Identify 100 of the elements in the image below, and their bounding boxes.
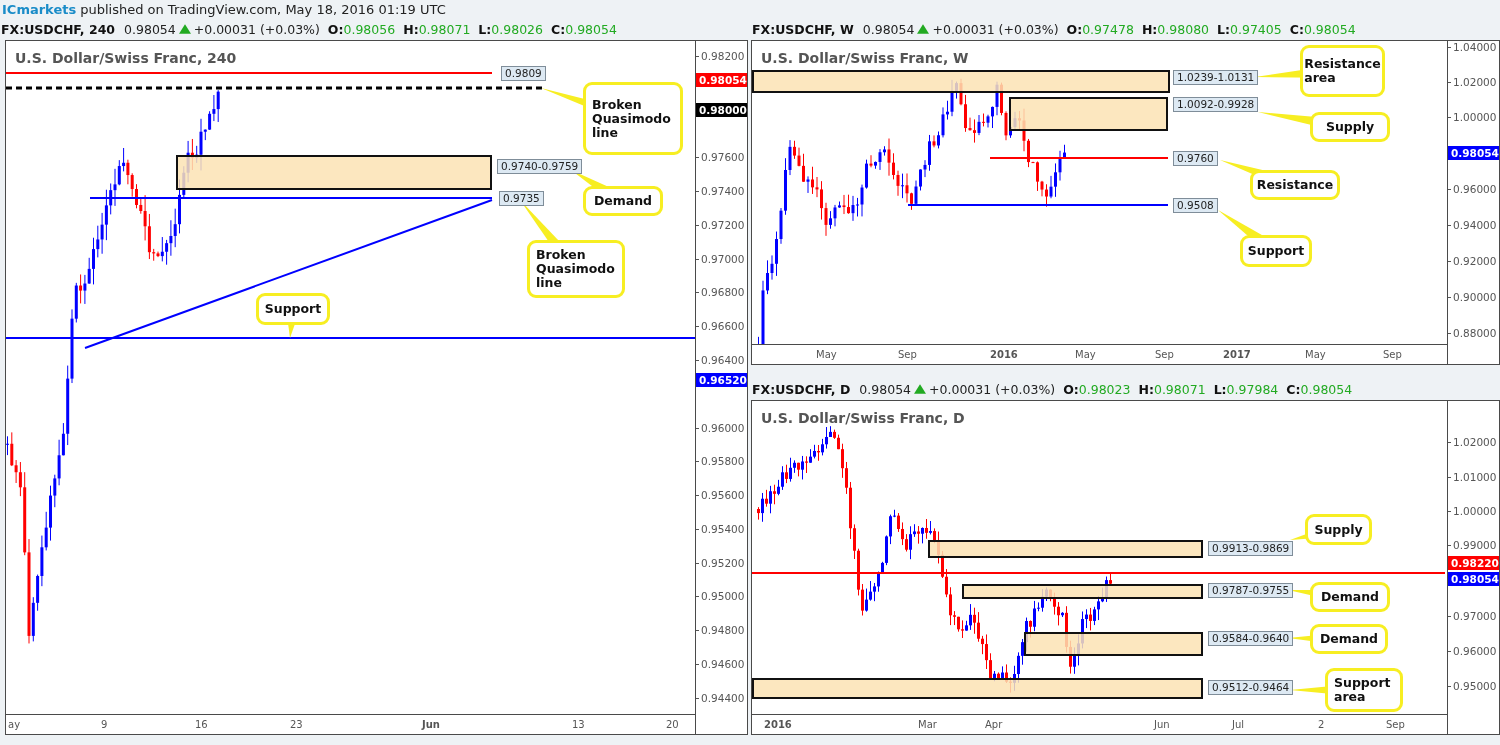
price-tick: 0.95000 bbox=[1448, 679, 1497, 693]
price-tick: 0.94600 bbox=[696, 657, 745, 671]
price-tick: 1.02000 bbox=[1448, 75, 1497, 89]
price-tick: 0.92000 bbox=[1448, 254, 1497, 268]
level-label: 0.9584-0.9640 bbox=[1208, 631, 1294, 646]
price-tick: 1.00000 bbox=[1448, 110, 1497, 124]
ohlc-label: L: bbox=[478, 21, 492, 37]
time-label: May bbox=[816, 348, 837, 361]
price-tick: 0.97600 bbox=[696, 150, 745, 164]
price-tick: 0.95400 bbox=[696, 522, 745, 536]
price-tick: 1.04000 bbox=[1448, 40, 1497, 54]
callout-label: Demand bbox=[583, 186, 663, 216]
price-tick: 1.02000 bbox=[1448, 435, 1497, 449]
time-label: Mar bbox=[918, 718, 937, 731]
ohlc-label: L: bbox=[1217, 21, 1230, 37]
callout-label: Resistance bbox=[1250, 170, 1340, 200]
price-tick: 0.94400 bbox=[696, 691, 745, 705]
time-label: Apr bbox=[985, 718, 1003, 731]
time-label: Sep bbox=[1386, 718, 1405, 731]
level-label: 1.0092-0.9928 bbox=[1173, 97, 1259, 112]
symbol-label: FX:USDCHF, W bbox=[752, 21, 854, 37]
price-tick: 0.96800 bbox=[696, 285, 745, 299]
price-tag: 0.98054 bbox=[1448, 146, 1499, 160]
price-tick: 0.97400 bbox=[696, 184, 745, 198]
time-label: 16 bbox=[195, 718, 208, 731]
price-tag: 0.96520 bbox=[696, 373, 747, 387]
chart-title: U.S. Dollar/Swiss Franc, 240 bbox=[15, 50, 237, 66]
price-tag: 0.98000 bbox=[696, 103, 747, 117]
price-tick: 0.97200 bbox=[696, 218, 745, 232]
ohlc-label: H: bbox=[403, 21, 419, 37]
price-tick: 0.96000 bbox=[696, 421, 745, 435]
price-tick: 0.96600 bbox=[696, 319, 745, 333]
price-tick: 0.99000 bbox=[1448, 538, 1497, 552]
time-label: ay bbox=[8, 718, 21, 731]
callout-label: Demand bbox=[1310, 624, 1388, 654]
level-label: 0.9508 bbox=[1173, 198, 1218, 213]
price-tick: 0.88000 bbox=[1448, 326, 1497, 340]
time-label: Jun bbox=[1154, 718, 1170, 731]
author-link[interactable]: ICmarkets bbox=[2, 1, 77, 17]
time-label: Sep bbox=[898, 348, 917, 361]
ohlc-value: 0.98054 bbox=[1300, 381, 1353, 397]
price-tick: 0.90000 bbox=[1448, 290, 1497, 304]
price-tick: 0.94000 bbox=[1448, 218, 1497, 232]
ohlc-value: 0.97405 bbox=[1230, 21, 1282, 37]
callout-label: Resistance area bbox=[1300, 45, 1385, 97]
price-tick: 0.95000 bbox=[696, 589, 745, 603]
price-tick: 0.97000 bbox=[696, 252, 745, 266]
level-label: 0.9740-0.9759 bbox=[497, 159, 583, 174]
time-label: 20 bbox=[666, 718, 679, 731]
callout-label: Support area bbox=[1325, 668, 1403, 712]
ohlc-label: L: bbox=[1213, 381, 1227, 397]
price-tick: 1.01000 bbox=[1448, 470, 1497, 484]
price-tick: 0.95800 bbox=[696, 454, 745, 468]
ohlc-label: C: bbox=[1289, 21, 1304, 37]
ohlc-value: 0.98056 bbox=[343, 21, 396, 37]
ohlc-value: 0.98054 bbox=[565, 21, 617, 37]
level-label: 0.9809 bbox=[501, 66, 546, 81]
time-label: May bbox=[1305, 348, 1326, 361]
ohlc-label: H: bbox=[1138, 381, 1154, 397]
time-label: 2016 bbox=[990, 348, 1018, 361]
ohlc-value: 0.98071 bbox=[1153, 381, 1206, 397]
price-tick: 0.95600 bbox=[696, 488, 745, 502]
time-label: Jun bbox=[422, 718, 440, 731]
ohlc-value: 0.97984 bbox=[1226, 381, 1279, 397]
ohlc-value: 0.98026 bbox=[491, 21, 543, 37]
time-label: 23 bbox=[290, 718, 303, 731]
level-label: 0.9913-0.9869 bbox=[1208, 541, 1294, 556]
last-price: 0.98054 bbox=[862, 21, 915, 37]
price-tick: 0.96000 bbox=[1448, 644, 1497, 658]
publish-info: published on TradingView.com, May 18, 2016 01:19 UTC bbox=[80, 1, 446, 17]
ohlc-label: O: bbox=[1066, 21, 1083, 37]
ohlc-value: 0.97478 bbox=[1082, 21, 1134, 37]
price-tick: 0.95200 bbox=[696, 556, 745, 570]
callout-label: Support bbox=[1240, 235, 1312, 267]
level-label: 1.0239-1.0131 bbox=[1173, 70, 1259, 85]
price-tick: 0.96000 bbox=[1448, 182, 1497, 196]
time-label: 2 bbox=[1318, 718, 1325, 731]
callout-label: Broken Quasimodo line bbox=[527, 240, 625, 298]
ohlc-value: 0.98071 bbox=[418, 21, 471, 37]
price-tick: 0.98200 bbox=[696, 49, 745, 63]
price-change: +0.00031 (+0.03%) bbox=[193, 21, 320, 37]
last-price: 0.98054 bbox=[124, 21, 176, 37]
price-change: +0.00031 (+0.03%) bbox=[932, 21, 1059, 37]
level-label: 0.9735 bbox=[499, 191, 544, 206]
price-tick: 0.94800 bbox=[696, 623, 745, 637]
time-label: Jul bbox=[1232, 718, 1245, 731]
level-label: 0.9512-0.9464 bbox=[1208, 680, 1294, 695]
ohlc-label: C: bbox=[1286, 381, 1301, 397]
time-label: 2017 bbox=[1223, 348, 1251, 361]
time-label: Sep bbox=[1155, 348, 1174, 361]
chart-title: U.S. Dollar/Swiss Franc, W bbox=[761, 50, 969, 66]
price-tick: 1.00000 bbox=[1448, 504, 1497, 518]
chart-title: U.S. Dollar/Swiss Franc, D bbox=[761, 410, 965, 426]
time-label: 9 bbox=[101, 718, 108, 731]
callout-label: Supply bbox=[1305, 514, 1372, 545]
ohlc-label: O: bbox=[1063, 381, 1079, 397]
price-change: +0.00031 (+0.03%) bbox=[929, 381, 1056, 397]
callout-label: Demand bbox=[1310, 582, 1390, 612]
time-label: Sep bbox=[1383, 348, 1402, 361]
time-label: May bbox=[1075, 348, 1096, 361]
